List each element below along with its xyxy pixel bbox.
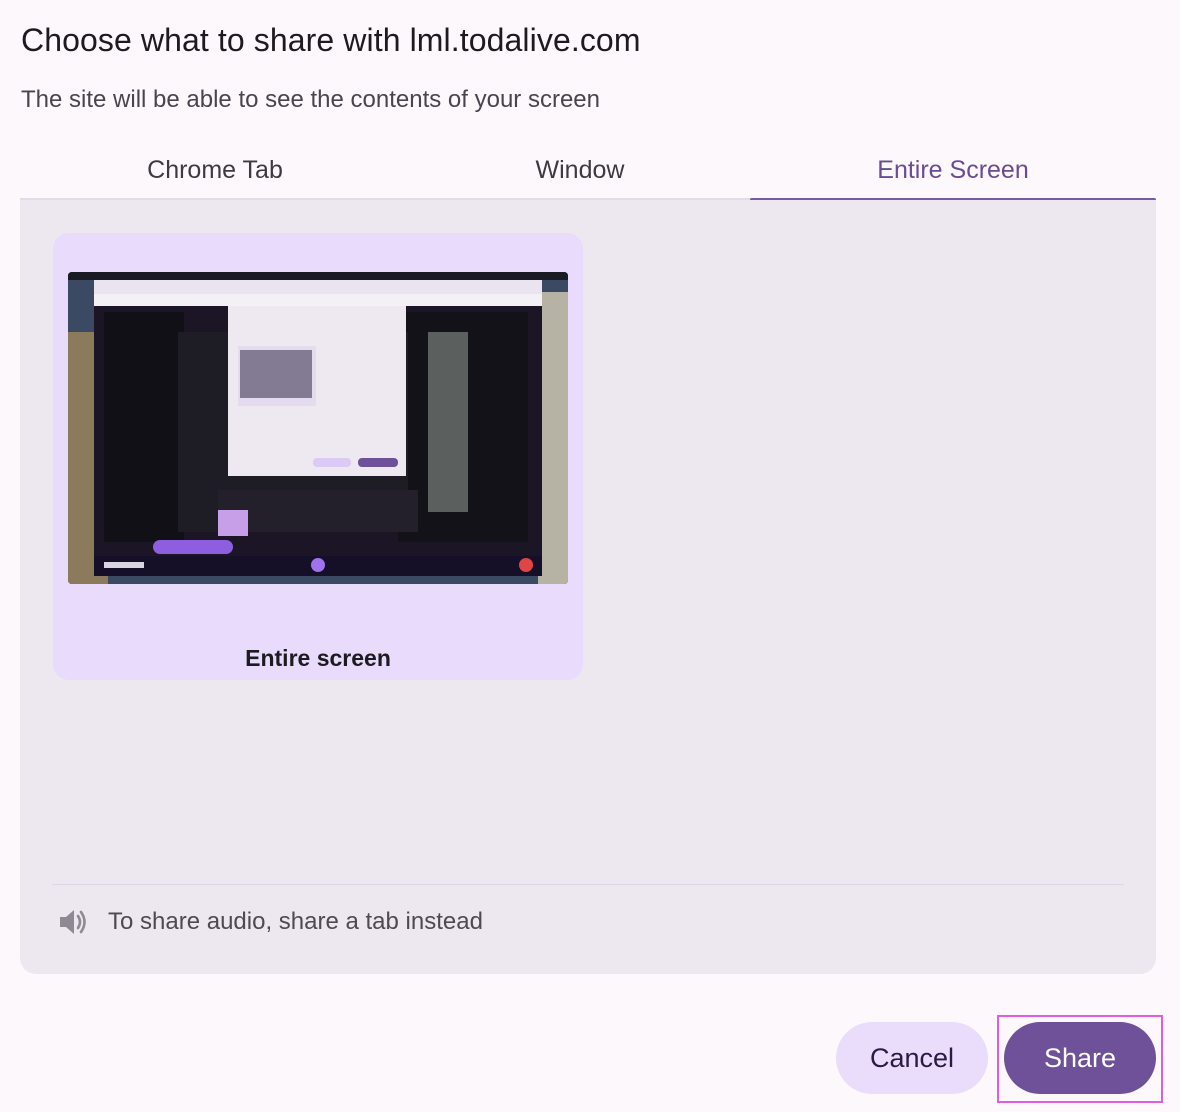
tab-bar: Chrome Tab Window Entire Screen xyxy=(20,140,1156,202)
share-button[interactable]: Share xyxy=(1004,1022,1156,1094)
screen-thumbnail xyxy=(68,272,568,584)
dialog-subtitle: The site will be able to see the content… xyxy=(21,86,600,113)
entire-screen-label: Entire screen xyxy=(245,645,391,671)
audio-hint-text: To share audio, share a tab instead xyxy=(108,908,483,935)
tab-chrome-tab[interactable]: Chrome Tab xyxy=(20,140,410,200)
source-panel: Entire screen To share audio, share a ta… xyxy=(20,200,1156,974)
entire-screen-card[interactable]: Entire screen xyxy=(53,233,583,680)
speaker-icon xyxy=(60,910,86,934)
dialog-title: Choose what to share with lml.todalive.c… xyxy=(21,22,641,58)
audio-hint: To share audio, share a tab instead xyxy=(56,904,483,940)
cancel-button[interactable]: Cancel xyxy=(836,1022,988,1094)
tab-window[interactable]: Window xyxy=(410,140,750,200)
tab-entire-screen[interactable]: Entire Screen xyxy=(750,140,1156,202)
divider xyxy=(52,884,1124,885)
